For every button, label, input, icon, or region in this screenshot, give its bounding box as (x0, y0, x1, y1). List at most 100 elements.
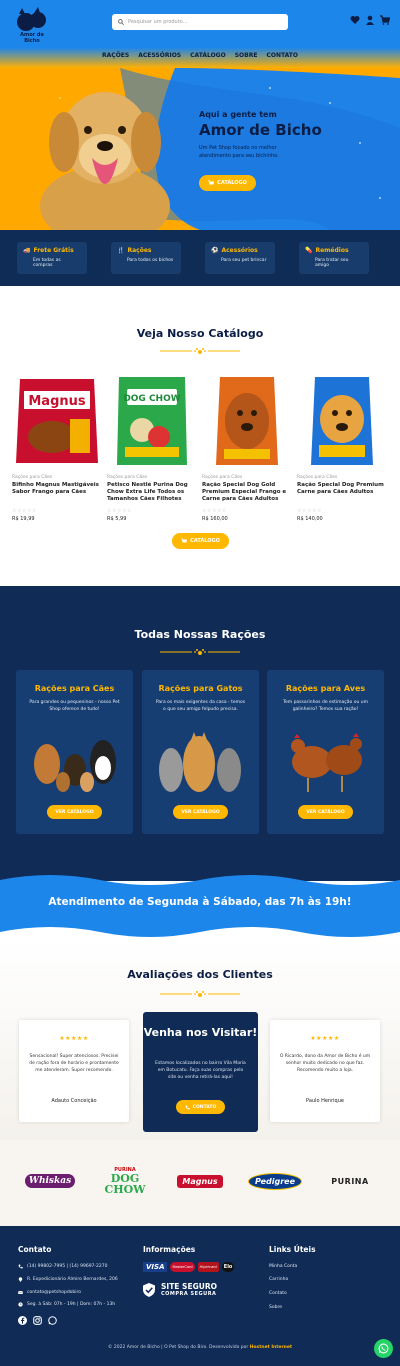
review-text: O Ricardo, dono da Amor de Bicho é um se… (279, 1054, 371, 1074)
payment-methods: VISA MasterCard Hipercard Elo (143, 1262, 235, 1272)
racoes-title: Todas Nossas Rações (134, 628, 266, 641)
phone-icon (185, 1105, 190, 1109)
main-nav: RAÇÕES ACESSÓRIOS CATÁLOGO SOBRE CONTATO (0, 52, 400, 59)
footer-phones: (14) 99802-7995 | (14) 99697-2270 (18, 1264, 108, 1269)
user-icon[interactable] (365, 15, 375, 25)
developer-link[interactable]: Hostnet Internet (250, 1345, 292, 1350)
feature-title: Frete Grátis (33, 247, 74, 254)
product-price: R$ 140,00 (297, 516, 323, 522)
hero-catalog-button[interactable]: CATÁLOGO (199, 175, 256, 191)
mastercard-icon: MasterCard (170, 1262, 195, 1272)
product-rating: ☆☆☆☆☆ (12, 508, 37, 514)
nav-sobre[interactable]: SOBRE (235, 52, 258, 59)
footer-email: contato@petshopdobiro (18, 1290, 81, 1295)
catalog-button[interactable]: CATÁLOGO (172, 533, 229, 549)
product-card[interactable]: DOG CHOW Rações para Cães Petisco Nestlé… (107, 375, 197, 522)
hens-image (291, 733, 362, 792)
nav-contato[interactable]: CONTATO (266, 52, 298, 59)
footer-link-carrinho[interactable]: Carrinho (269, 1277, 288, 1282)
product-name[interactable]: Ração Special Dog Gold Premium Especial … (202, 482, 292, 506)
brand-pedigree-text: Pedigree (247, 1172, 303, 1190)
shield-check-icon (143, 1282, 155, 1297)
social-icons (18, 1316, 57, 1325)
cart-icon (208, 180, 215, 185)
footer-link-contato[interactable]: Contato (269, 1291, 287, 1296)
search-input[interactable]: Pesquisar um produto... (112, 14, 288, 30)
hero-section: Amor de Bicho Pesquisar um produto... RA… (0, 0, 400, 230)
card-title: Rações para Cães (34, 684, 115, 693)
secure-title: SITE SEGURO (161, 1282, 217, 1291)
product-card[interactable]: Rações para Cães Ração Special Dog Premi… (297, 375, 387, 522)
secure-badge: SITE SEGURO COMPRA SEGURA (143, 1282, 217, 1297)
product-card[interactable]: Magnus Rações para Cães Bifinho Magnus M… (12, 375, 102, 522)
pill-icon: 💊 (305, 247, 313, 254)
truck-icon: 🚚 (23, 247, 31, 254)
product-price: R$ 160,00 (202, 516, 228, 522)
ver-catalogo-caes-button[interactable]: VER CATÁLOGO (47, 805, 102, 819)
nav-acessorios[interactable]: ACESSÓRIOS (138, 52, 181, 59)
catalog-title: Veja Nosso Catálogo (136, 327, 264, 340)
product-category: Rações para Cães (12, 475, 53, 480)
reviews-title: Avaliações dos Clientes (127, 968, 273, 981)
feature-desc: Para tratar seu amigo (315, 258, 349, 268)
footer-hours: Seg. à Sáb: 07h - 19h | Dom: 07h - 13h (18, 1302, 115, 1307)
paw-divider-icon (160, 649, 240, 655)
copyright: © 2022 Amor de Bicho | O Pet Shop do Bir… (0, 1345, 400, 1350)
whatsapp-icon[interactable] (48, 1316, 57, 1325)
instagram-icon[interactable] (33, 1316, 42, 1325)
logo-text: Amor de Bicho (20, 32, 44, 44)
ball-icon: ⚽ (211, 247, 219, 254)
review-author: Adauto Conceição (51, 1098, 97, 1104)
cart-icon[interactable] (380, 15, 390, 25)
card-desc: Para grandes ou pequeninos - nosso Pet S… (29, 700, 120, 713)
product-price: R$ 5,99 (107, 516, 127, 522)
product-name[interactable]: Petisco Nestlé Purina Dog Chow Extra Lif… (107, 482, 197, 506)
product-card[interactable]: Rações para Cães Ração Special Dog Gold … (202, 375, 292, 522)
visa-icon: VISA (143, 1262, 168, 1272)
whatsapp-icon (378, 1343, 389, 1354)
heart-icon[interactable] (350, 15, 360, 25)
footer-link-sobre[interactable]: Sobre (269, 1305, 282, 1310)
footer-email-text[interactable]: contato@petshopdobiro (27, 1290, 81, 1295)
feature-desc: Para todos os bichos (127, 258, 174, 263)
card-desc: Tem passarinhos de estimação ou um galin… (283, 700, 368, 713)
cart-icon (181, 538, 188, 543)
feature-title: Acessórios (221, 247, 258, 254)
footer-link-minha-conta[interactable]: Minha Conta (269, 1264, 297, 1269)
fork-icon: 🍴 (117, 247, 125, 254)
copyright-text: © 2022 Amor de Bicho | O Pet Shop do Bir… (107, 1345, 249, 1350)
facebook-icon[interactable] (18, 1316, 27, 1325)
paw-divider-icon (160, 348, 240, 354)
header-icons (350, 15, 390, 25)
phone-icon (18, 1264, 23, 1269)
review-stars: ★★★★★ (59, 1035, 89, 1042)
mail-icon (18, 1290, 23, 1294)
brand-dogchow-logo: PURINA DOG CHOW (100, 1160, 150, 1202)
feature-desc: Em todas as compras (33, 258, 61, 268)
product-name[interactable]: Ração Special Dog Premium Carne para Cãe… (297, 482, 387, 506)
feature-desc: Para seu pet brincar (221, 258, 267, 263)
product-price: R$ 19,99 (12, 516, 35, 522)
product-rating: ☆☆☆☆☆ (297, 508, 322, 514)
footer-phones-text[interactable]: (14) 99802-7995 | (14) 99697-2270 (27, 1264, 108, 1269)
dogs-image (34, 740, 116, 792)
brand-magnus-logo: Magnus (177, 1160, 223, 1202)
paw-divider-icon (160, 991, 240, 997)
brand-dogchow-text: DOG CHOW (104, 1172, 146, 1196)
footer-contato-title: Contato (18, 1245, 52, 1254)
brand-whiskas-logo: Whiskas (24, 1160, 76, 1202)
golden-retriever-image (40, 92, 170, 230)
whatsapp-float-button[interactable] (374, 1339, 393, 1358)
ver-catalogo-aves-button[interactable]: VER CATÁLOGO (298, 805, 353, 819)
visit-contact-button[interactable]: CONTATO (176, 1100, 225, 1114)
product-name[interactable]: Bifinho Magnus Mastigáveis Sabor Frango … (12, 482, 102, 506)
clock-icon (18, 1302, 23, 1307)
brand-magnus-text: Magnus (177, 1174, 223, 1188)
ver-catalogo-gatos-button[interactable]: VER CATÁLOGO (173, 805, 228, 819)
footer-info-title: Informações (143, 1245, 196, 1254)
nav-racoes[interactable]: RAÇÕES (102, 52, 129, 59)
racao-card-caes: Rações para Cães Para grandes ou pequeni… (16, 670, 133, 834)
product-category: Rações para Cães (202, 475, 243, 480)
feature-title: Remédios (315, 247, 349, 254)
nav-catalogo[interactable]: CATÁLOGO (190, 52, 226, 59)
